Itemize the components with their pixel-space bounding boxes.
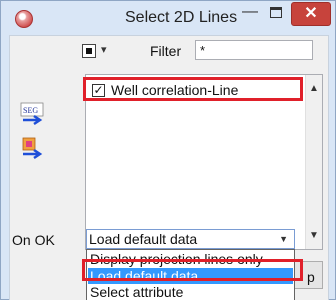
option-select-attribute[interactable]: Select attribute — [88, 284, 293, 300]
dialog-window: Select 2D Lines — ✕ ▾ Filter SEG ✓ Well … — [0, 0, 336, 300]
window-title: Select 2D Lines — [125, 9, 238, 26]
scroll-down-icon[interactable]: ▼ — [309, 230, 319, 241]
minimize-button[interactable]: — — [237, 3, 263, 25]
chevron-down-icon[interactable]: ▼ — [279, 230, 288, 248]
option-load-default[interactable]: Load default data — [88, 268, 293, 284]
on-ok-combobox[interactable]: Load default data ▼ — [86, 229, 295, 249]
svg-text:SEG: SEG — [23, 106, 38, 115]
app-logo-icon — [15, 10, 33, 28]
list-item-label: Well correlation-Line — [111, 82, 239, 98]
on-ok-label: On OK — [12, 232, 55, 248]
seg-import-icon[interactable]: SEG — [20, 102, 46, 128]
filter-input[interactable] — [195, 40, 313, 60]
partially-hidden-button-label: p — [307, 269, 315, 285]
pick-import-icon[interactable] — [20, 136, 46, 162]
maximize-icon — [270, 7, 282, 18]
close-button[interactable]: ✕ — [291, 2, 331, 26]
list-item-checkbox[interactable]: ✓ — [92, 83, 105, 97]
select-toggle-icon[interactable] — [82, 44, 96, 58]
lines-list[interactable]: ✓ Well correlation-Line ▲ ▼ — [85, 74, 323, 250]
on-ok-selected-value: Load default data — [89, 231, 198, 247]
select-menu-caret[interactable]: ▾ — [101, 43, 107, 56]
dialog-content: ▾ Filter SEG ✓ Well correlation-Line ▲ ▼… — [9, 35, 329, 300]
option-display-projection[interactable]: Display projection lines only — [88, 251, 293, 267]
maximize-button[interactable] — [263, 3, 289, 25]
on-ok-dropdown-list[interactable]: Display projection lines only Load defau… — [86, 249, 295, 300]
filter-label: Filter — [150, 43, 182, 59]
title-bar[interactable]: Select 2D Lines — ✕ — [1, 1, 335, 37]
scroll-up-icon[interactable]: ▲ — [309, 83, 319, 94]
list-item[interactable]: ✓ Well correlation-Line — [92, 81, 238, 99]
list-scrollbar[interactable]: ▲ ▼ — [305, 75, 322, 249]
